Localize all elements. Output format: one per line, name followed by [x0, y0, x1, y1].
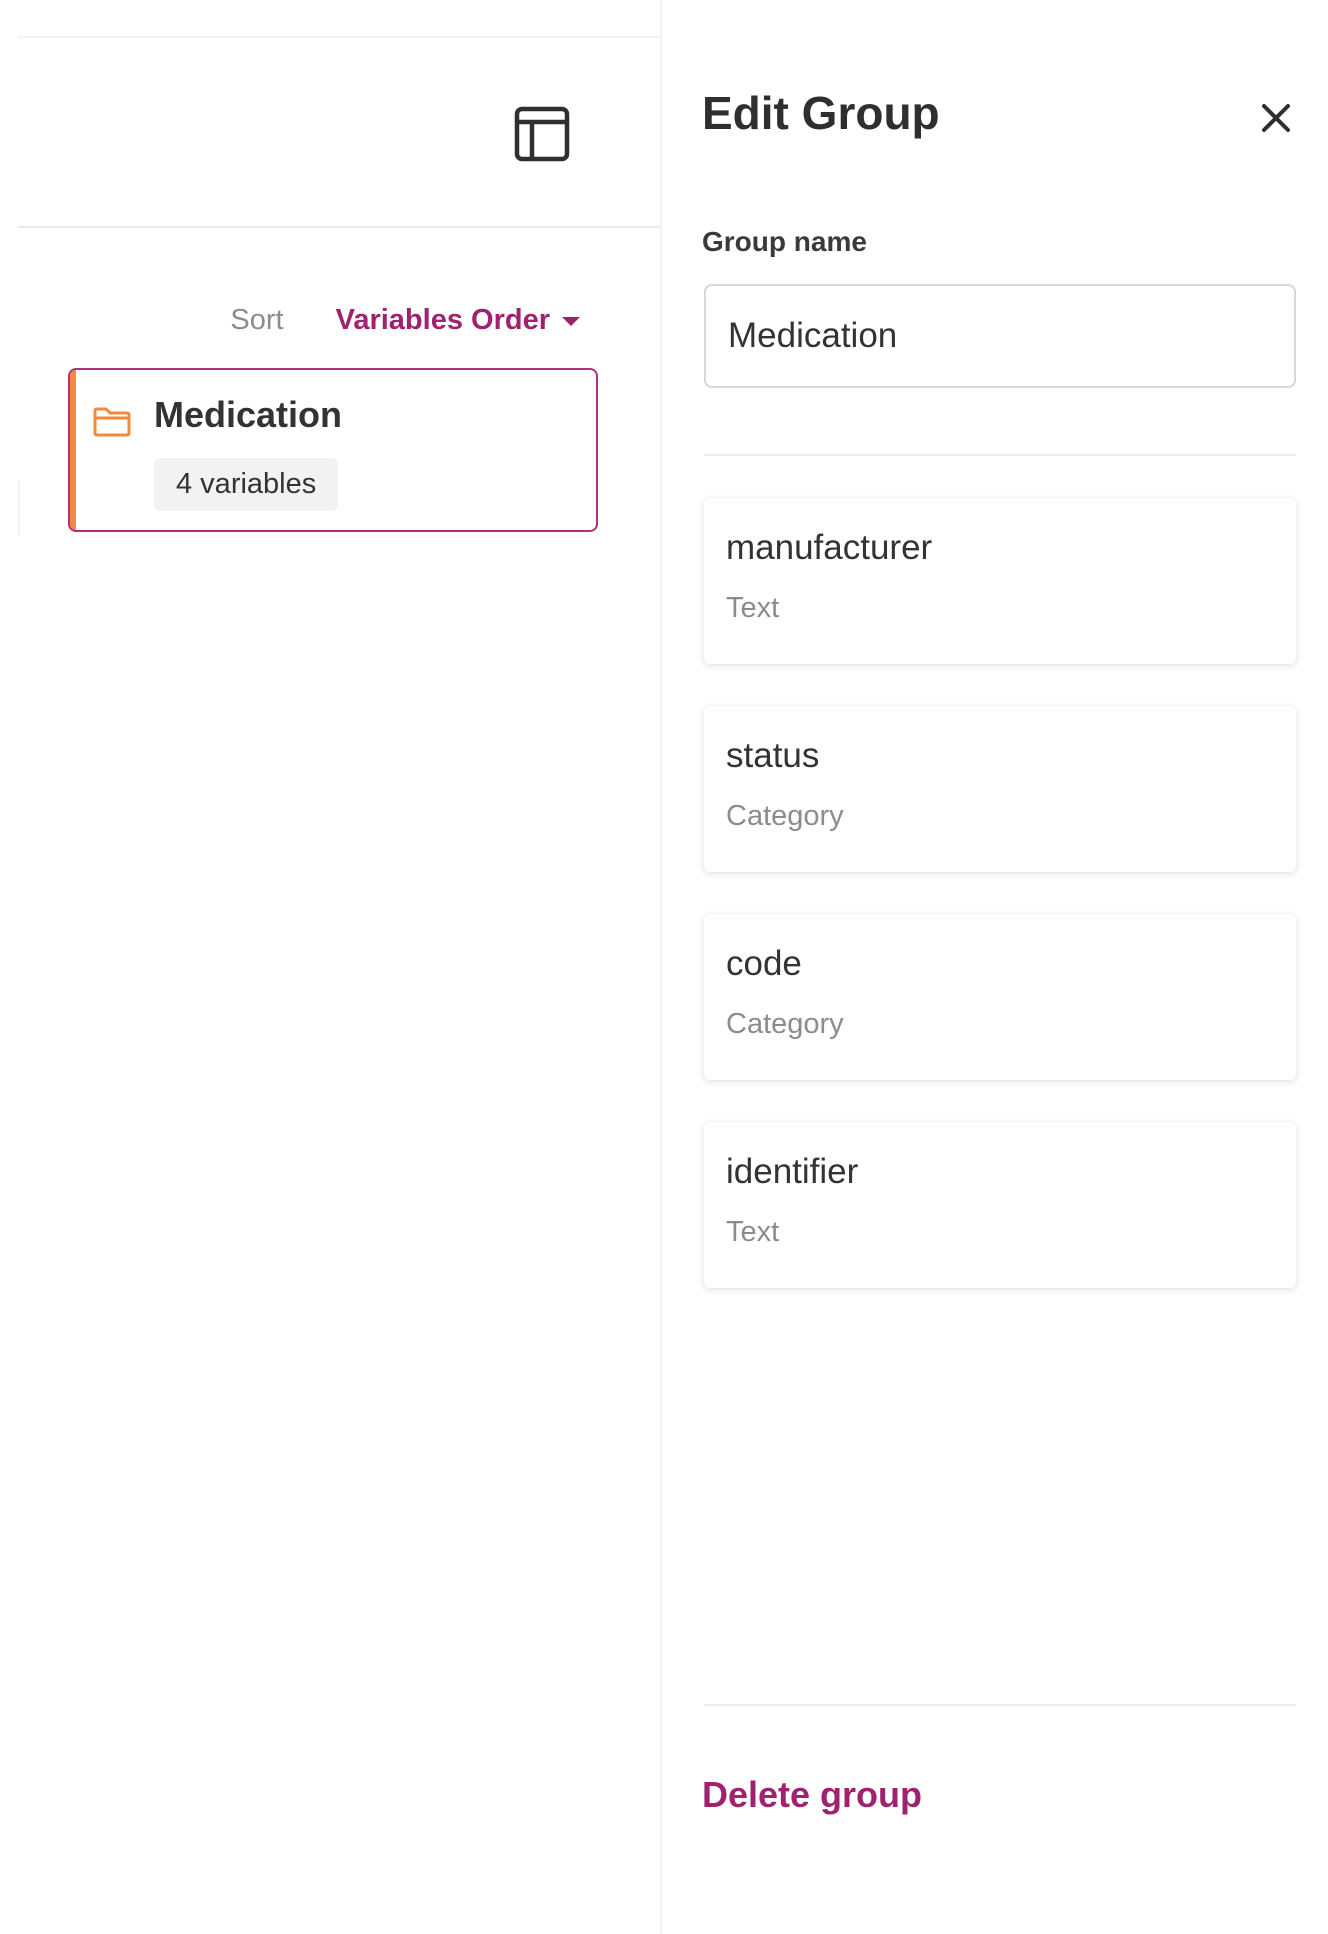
top-divider [18, 36, 660, 38]
variable-name: code [726, 944, 802, 983]
variable-name: manufacturer [726, 528, 933, 567]
name-divider [704, 454, 1296, 456]
group-name-label: Group name [702, 226, 867, 257]
variable-type: Category [726, 800, 844, 832]
variable-card[interactable]: identifier Text [704, 1122, 1296, 1288]
variable-list: manufacturer Text status Category code C… [704, 498, 1296, 1330]
close-button[interactable] [1250, 92, 1302, 144]
variable-count-badge: 4 variables [154, 458, 339, 511]
layout-toggle-button[interactable] [506, 98, 578, 170]
header-divider [18, 226, 660, 228]
group-card-accent [70, 370, 76, 530]
variable-name: status [726, 736, 820, 775]
left-edge-divider [18, 480, 20, 536]
folder-icon [93, 407, 131, 437]
variable-type: Text [726, 1216, 780, 1248]
variable-type: Text [726, 592, 780, 624]
variable-name: identifier [726, 1152, 859, 1191]
group-name-input[interactable] [704, 284, 1296, 388]
variables-pane: Sort Variables Order Medication 4 variab… [0, 0, 660, 1934]
delete-group-button[interactable]: Delete group [702, 1774, 922, 1816]
page: Sort Variables Order Medication 4 variab… [0, 0, 1328, 1934]
group-card-title: Medication [154, 394, 343, 435]
variable-card[interactable]: status Category [704, 706, 1296, 872]
sort-dropdown[interactable]: Variables Order [336, 304, 580, 337]
close-icon [1262, 104, 1290, 132]
sort-label: Sort [230, 303, 284, 336]
group-card[interactable]: Medication 4 variables [68, 368, 598, 532]
sort-row: Sort Variables Order [0, 296, 580, 344]
edit-group-drawer: Edit Group Group name manufacturer Text … [660, 0, 1328, 1934]
variable-card[interactable]: code Category [704, 914, 1296, 1080]
layout-sidebar-icon [514, 106, 570, 162]
sort-selected-value: Variables Order [335, 303, 550, 336]
footer-divider [704, 1704, 1296, 1706]
caret-down-icon [562, 316, 580, 326]
drawer-title: Edit Group [702, 87, 940, 139]
variable-type: Category [726, 1008, 844, 1040]
variable-card[interactable]: manufacturer Text [704, 498, 1296, 664]
